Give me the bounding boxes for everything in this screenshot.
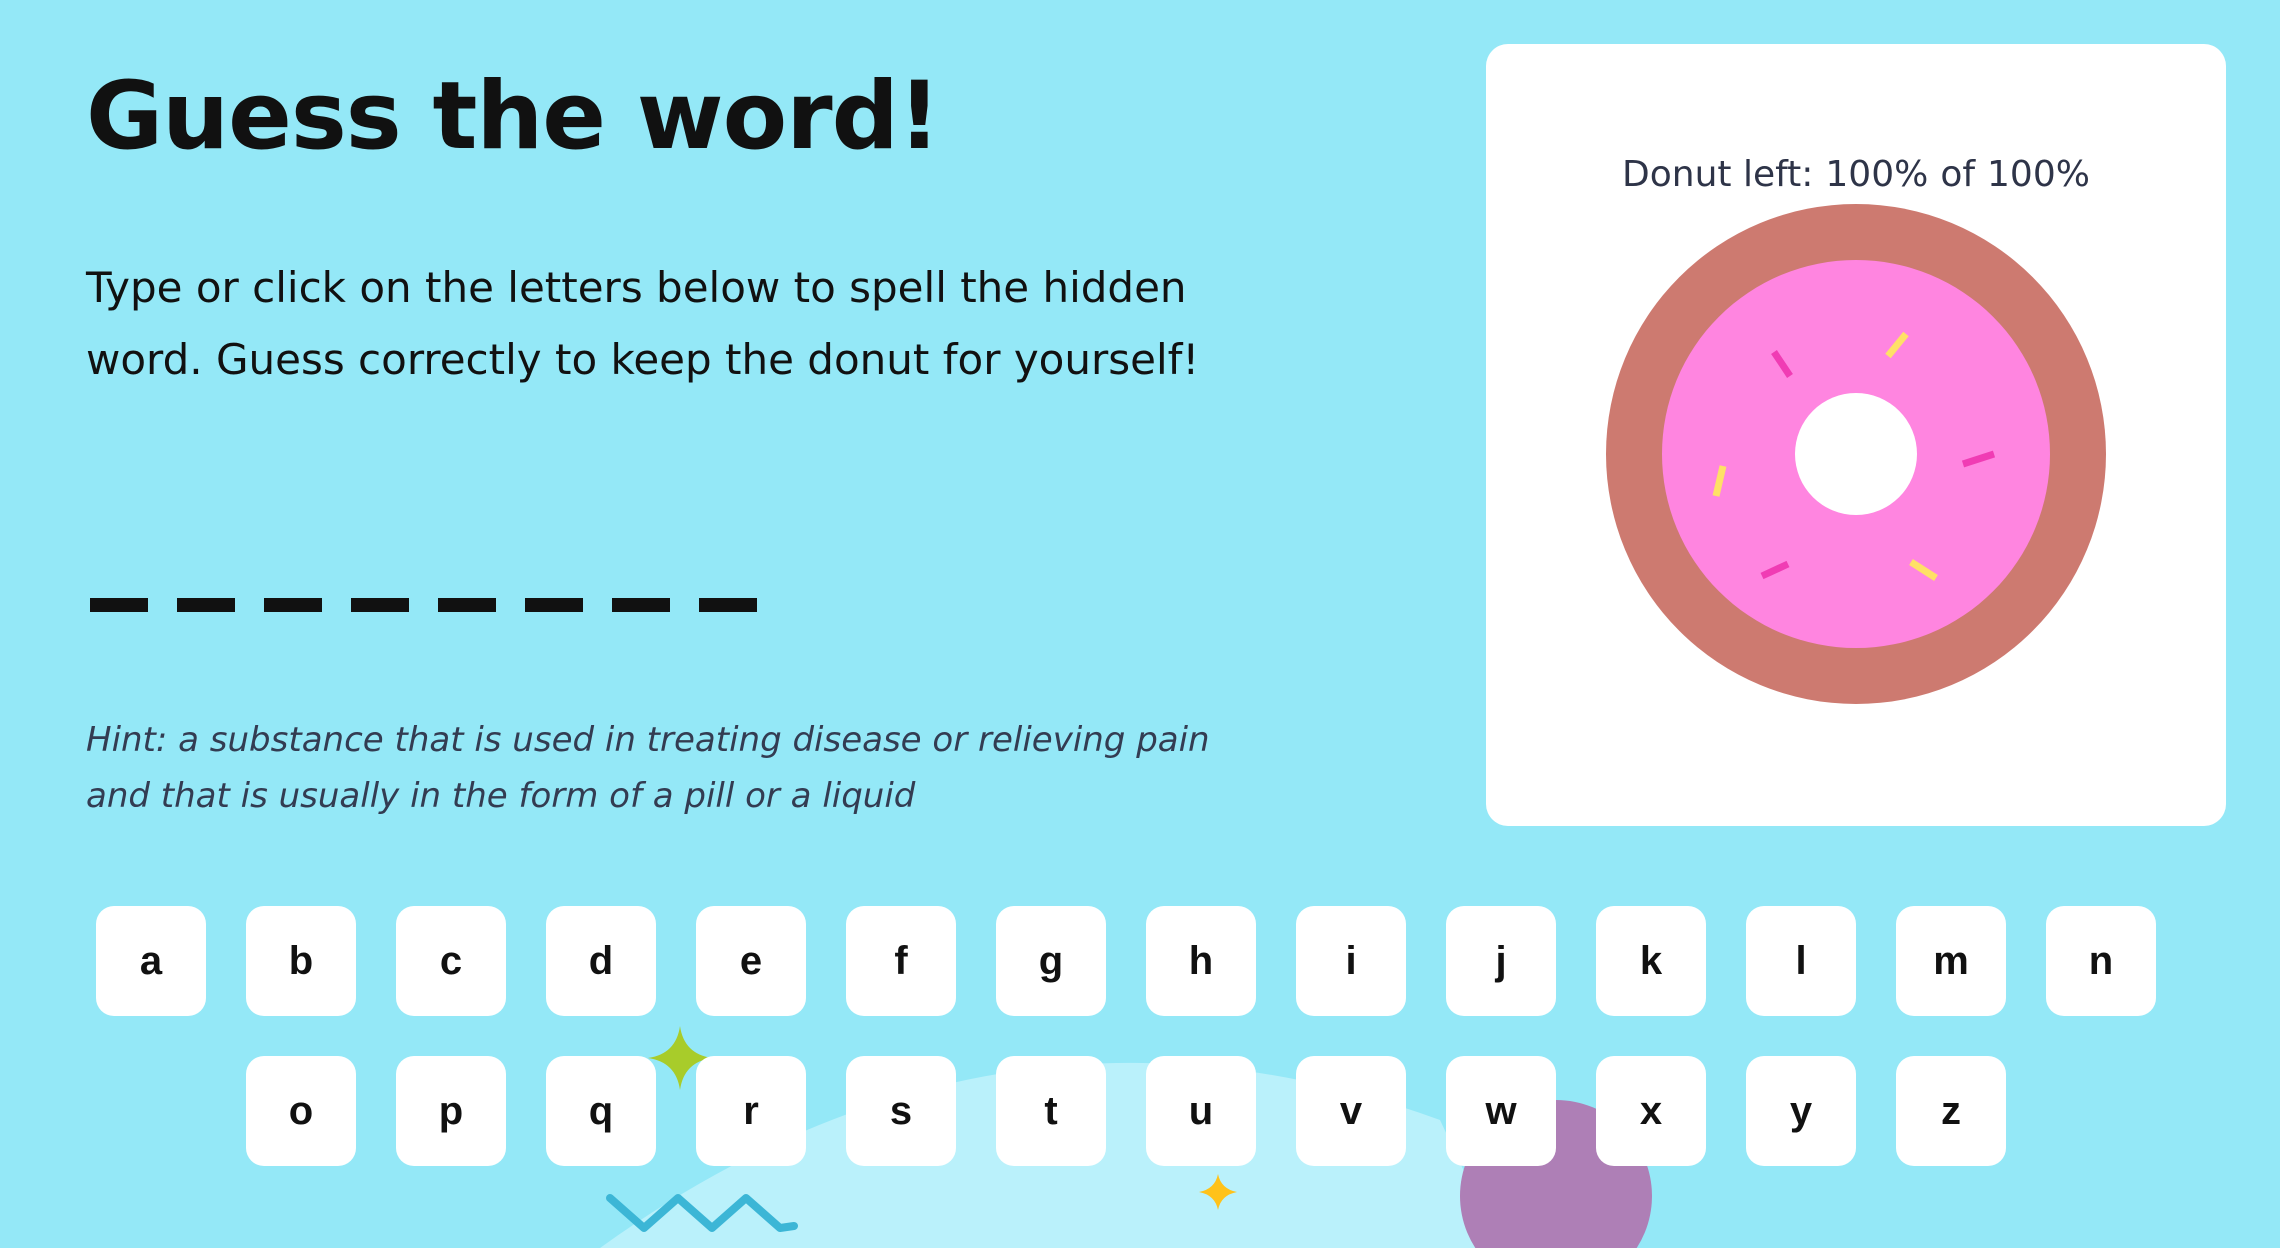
letter-key-k[interactable]: k — [1596, 906, 1706, 1016]
letter-blank — [351, 598, 409, 612]
letter-key-b[interactable]: b — [246, 906, 356, 1016]
letter-key-v[interactable]: v — [1296, 1056, 1406, 1166]
hidden-word-blanks — [90, 598, 757, 612]
letter-key-y[interactable]: y — [1746, 1056, 1856, 1166]
letter-key-p[interactable]: p — [396, 1056, 506, 1166]
letter-key-f[interactable]: f — [846, 906, 956, 1016]
donut-card: Donut left: 100% of 100% — [1486, 44, 2226, 826]
instructions-text: Type or click on the letters below to sp… — [86, 263, 1200, 384]
letter-key-e[interactable]: e — [696, 906, 806, 1016]
letter-key-g[interactable]: g — [996, 906, 1106, 1016]
letter-blank — [525, 598, 583, 612]
donut-icon — [1606, 204, 2106, 704]
donut-status: Donut left: 100% of 100% — [1486, 154, 2226, 195]
letter-key-a[interactable]: a — [96, 906, 206, 1016]
letter-key-j[interactable]: j — [1446, 906, 1556, 1016]
letter-key-z[interactable]: z — [1896, 1056, 2006, 1166]
letter-key-q[interactable]: q — [546, 1056, 656, 1166]
letter-key-h[interactable]: h — [1146, 906, 1256, 1016]
donut-hole — [1795, 393, 1917, 515]
letter-key-u[interactable]: u — [1146, 1056, 1256, 1166]
letter-blank — [612, 598, 670, 612]
letter-key-w[interactable]: w — [1446, 1056, 1556, 1166]
yellow-sparkle-icon — [1199, 1174, 1237, 1210]
letter-blank — [699, 598, 757, 612]
donut-total-value: 100% — [1987, 154, 2090, 195]
zigzag-decoration — [606, 1194, 798, 1232]
letter-key-t[interactable]: t — [996, 1056, 1106, 1166]
letter-blank — [438, 598, 496, 612]
letter-key-r[interactable]: r — [696, 1056, 806, 1166]
letter-key-d[interactable]: d — [546, 906, 656, 1016]
letter-key-x[interactable]: x — [1596, 1056, 1706, 1166]
letter-key-n[interactable]: n — [2046, 906, 2156, 1016]
letter-key-c[interactable]: c — [396, 906, 506, 1016]
donut-of-label: of — [1940, 154, 1976, 195]
letter-key-m[interactable]: m — [1896, 906, 2006, 1016]
letter-blank — [90, 598, 148, 612]
letter-key-i[interactable]: i — [1296, 906, 1406, 1016]
letter-blank — [177, 598, 235, 612]
hint-text: Hint: a substance that is used in treati… — [86, 720, 1210, 816]
game-title: Guess the word! — [86, 62, 941, 171]
letter-key-l[interactable]: l — [1746, 906, 1856, 1016]
letter-key-o[interactable]: o — [246, 1056, 356, 1166]
letter-key-s[interactable]: s — [846, 1056, 956, 1166]
donut-status-label: Donut left: — [1622, 154, 1814, 195]
donut-remaining-value: 100% — [1825, 154, 1929, 195]
letter-blank — [264, 598, 322, 612]
